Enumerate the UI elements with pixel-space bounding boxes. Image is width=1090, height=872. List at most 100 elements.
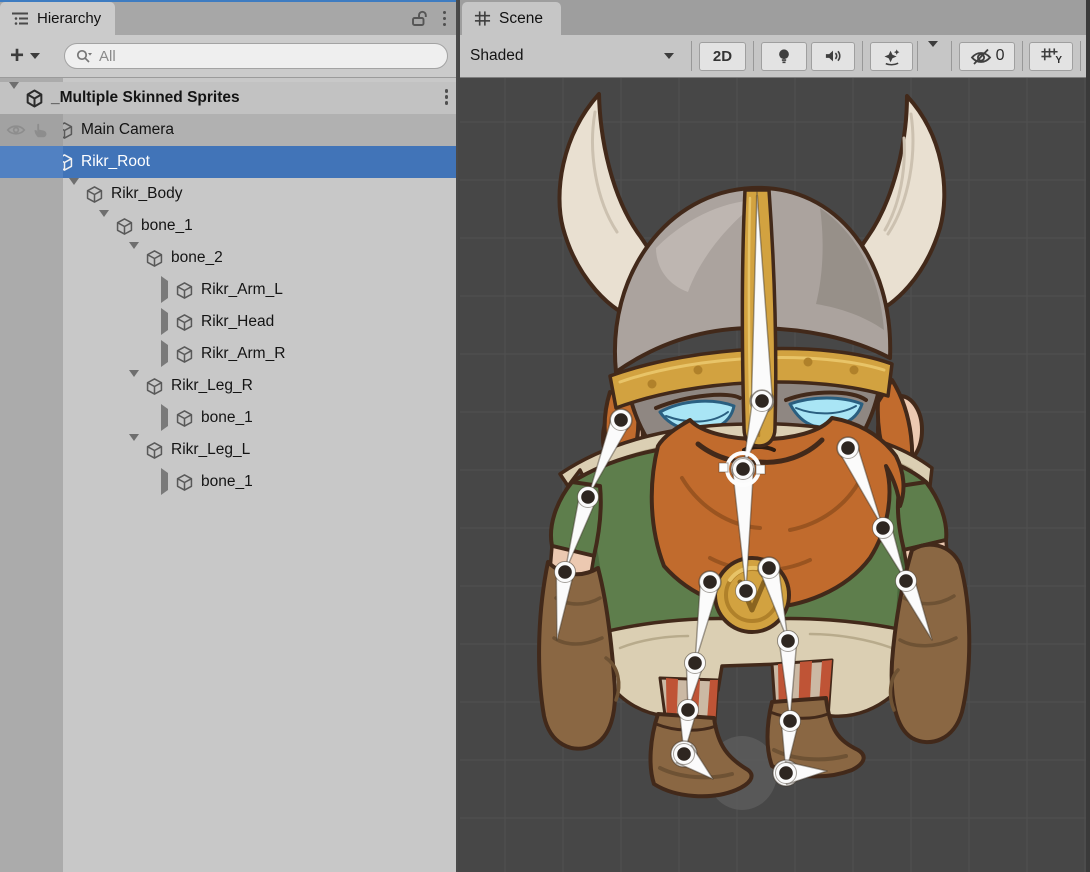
row-visibility-cell[interactable]	[0, 210, 63, 242]
hierarchy-toolbar: +	[0, 35, 456, 78]
foldout-triangle-icon[interactable]	[157, 313, 175, 331]
joint-dot[interactable]	[703, 575, 717, 589]
row-visibility-cell[interactable]	[0, 338, 63, 370]
joint-dot[interactable]	[762, 561, 776, 575]
search-input[interactable]	[97, 47, 437, 66]
effects-sparkle-icon	[882, 47, 901, 66]
scene-options-kebab-icon[interactable]	[445, 89, 449, 105]
row-label: Rikr_Root	[81, 153, 150, 171]
light-bulb-icon	[775, 47, 793, 66]
hierarchy-row-bone-2[interactable]: bone_2	[0, 242, 456, 274]
hierarchy-row-bone-1[interactable]: bone_1	[0, 402, 456, 434]
hierarchy-row-rikr-body[interactable]: Rikr_Body	[0, 178, 456, 210]
row-visibility-cell[interactable]	[0, 402, 63, 434]
row-label: Rikr_Leg_L	[171, 441, 250, 459]
joint-dot[interactable]	[899, 574, 913, 588]
joint-dot[interactable]	[614, 413, 628, 427]
row-visibility-cell[interactable]	[0, 434, 63, 466]
foldout-triangle-icon[interactable]	[157, 281, 175, 299]
joint-dot[interactable]	[779, 766, 793, 780]
row-label: bone_1	[141, 217, 193, 235]
hierarchy-row-bone-1[interactable]: bone_1	[0, 466, 456, 498]
search-icon	[75, 48, 93, 64]
gameobject-cube-icon	[145, 377, 167, 396]
hierarchy-row-rikr-arm-r[interactable]: Rikr_Arm_R	[0, 338, 456, 370]
hierarchy-search-field[interactable]	[64, 43, 448, 69]
joint-dot[interactable]	[781, 634, 795, 648]
joint-dot[interactable]	[677, 747, 691, 761]
row-visibility-cell[interactable]	[0, 274, 63, 306]
gameobject-cube-icon	[115, 217, 137, 236]
unity-editor: { "colors": { "accent_top": "#3e7cc1", "…	[0, 0, 1090, 872]
hidden-count: 0	[996, 47, 1005, 65]
add-object-button[interactable]: +	[10, 44, 24, 68]
joint-dot[interactable]	[876, 521, 890, 535]
hierarchy-row-rikr-arm-l[interactable]: Rikr_Arm_L	[0, 274, 456, 306]
hierarchy-menu-icon[interactable]	[443, 11, 447, 27]
row-visibility-cell[interactable]	[0, 82, 63, 114]
hierarchy-row-rikr-root[interactable]: Rikr_Root	[0, 146, 456, 178]
hidden-objects-button[interactable]: 0	[959, 42, 1015, 71]
glove-left	[539, 562, 615, 749]
joint-dot[interactable]	[841, 441, 855, 455]
hierarchy-tabbar: Hierarchy	[0, 2, 456, 35]
root-bone-gizmo-handle[interactable]	[756, 465, 765, 474]
foldout-triangle-icon[interactable]	[127, 249, 145, 267]
scene-lighting-button[interactable]	[761, 42, 807, 71]
scene-grid-icon	[474, 10, 491, 27]
joint-dot[interactable]	[558, 565, 572, 579]
foldout-triangle-icon[interactable]	[127, 441, 145, 459]
row-label: bone_1	[201, 409, 253, 427]
tab-hierarchy[interactable]: Hierarchy	[0, 2, 115, 35]
scene-effects-button[interactable]	[870, 42, 913, 71]
row-visibility-cell[interactable]	[0, 370, 63, 402]
foldout-triangle-icon[interactable]	[157, 345, 175, 363]
row-visibility-cell[interactable]	[0, 114, 63, 146]
joint-dot[interactable]	[581, 490, 595, 504]
joint-dot[interactable]	[688, 656, 702, 670]
grid-axis-label: Y	[1055, 55, 1062, 66]
visibility-eye-icon[interactable]	[6, 123, 26, 137]
foldout-triangle-icon[interactable]	[157, 409, 175, 427]
shading-mode-dropdown[interactable]: Shaded	[460, 47, 686, 65]
row-visibility-cell[interactable]	[0, 178, 63, 210]
foldout-triangle-icon[interactable]	[157, 473, 175, 491]
pickability-hand-icon[interactable]	[32, 122, 49, 139]
row-label: Rikr_Leg_R	[171, 377, 253, 395]
row-visibility-cell[interactable]	[0, 242, 63, 274]
joint-dot[interactable]	[755, 394, 769, 408]
root-bone-gizmo-handle[interactable]	[719, 463, 728, 472]
scene-viewport[interactable]	[460, 78, 1086, 872]
foldout-triangle-icon[interactable]	[97, 217, 115, 235]
hierarchy-row-rikr-leg-l[interactable]: Rikr_Leg_L	[0, 434, 456, 466]
tab-scene[interactable]: Scene	[462, 2, 561, 35]
hierarchy-row--multiple-skinned-sprites[interactable]: _Multiple Skinned Sprites	[0, 82, 456, 114]
hierarchy-row-rikr-leg-r[interactable]: Rikr_Leg_R	[0, 370, 456, 402]
row-label: Rikr_Head	[201, 313, 274, 331]
gameobject-cube-icon	[175, 345, 197, 364]
hierarchy-tab-label: Hierarchy	[37, 10, 101, 27]
foldout-triangle-icon[interactable]	[127, 377, 145, 395]
gameobject-cube-icon	[175, 313, 197, 332]
row-label: Rikr_Arm_L	[201, 281, 283, 299]
row-visibility-cell[interactable]	[0, 306, 63, 338]
hierarchy-row-main-camera[interactable]: Main Camera	[0, 114, 456, 146]
toggle-2d-button[interactable]: 2D	[699, 42, 746, 71]
scene-audio-button[interactable]	[811, 42, 855, 71]
unlock-icon[interactable]	[410, 9, 429, 28]
grid-settings-button[interactable]: Y	[1029, 42, 1073, 71]
row-visibility-cell[interactable]	[0, 146, 63, 178]
row-visibility-cell[interactable]	[0, 466, 63, 498]
foldout-triangle-icon[interactable]	[67, 185, 85, 203]
hierarchy-row-rikr-head[interactable]: Rikr_Head	[0, 306, 456, 338]
joint-dot[interactable]	[739, 584, 753, 598]
joint-dot[interactable]	[736, 462, 750, 476]
add-object-caret-icon[interactable]	[30, 53, 40, 59]
row-label: _Multiple Skinned Sprites	[51, 89, 240, 107]
effects-dropdown-caret[interactable]	[920, 47, 946, 65]
hierarchy-row-bone-1[interactable]: bone_1	[0, 210, 456, 242]
joint-dot[interactable]	[681, 703, 695, 717]
hierarchy-panel: Hierarchy +	[0, 0, 458, 872]
joint-dot[interactable]	[783, 714, 797, 728]
row-label: Rikr_Body	[111, 185, 183, 203]
